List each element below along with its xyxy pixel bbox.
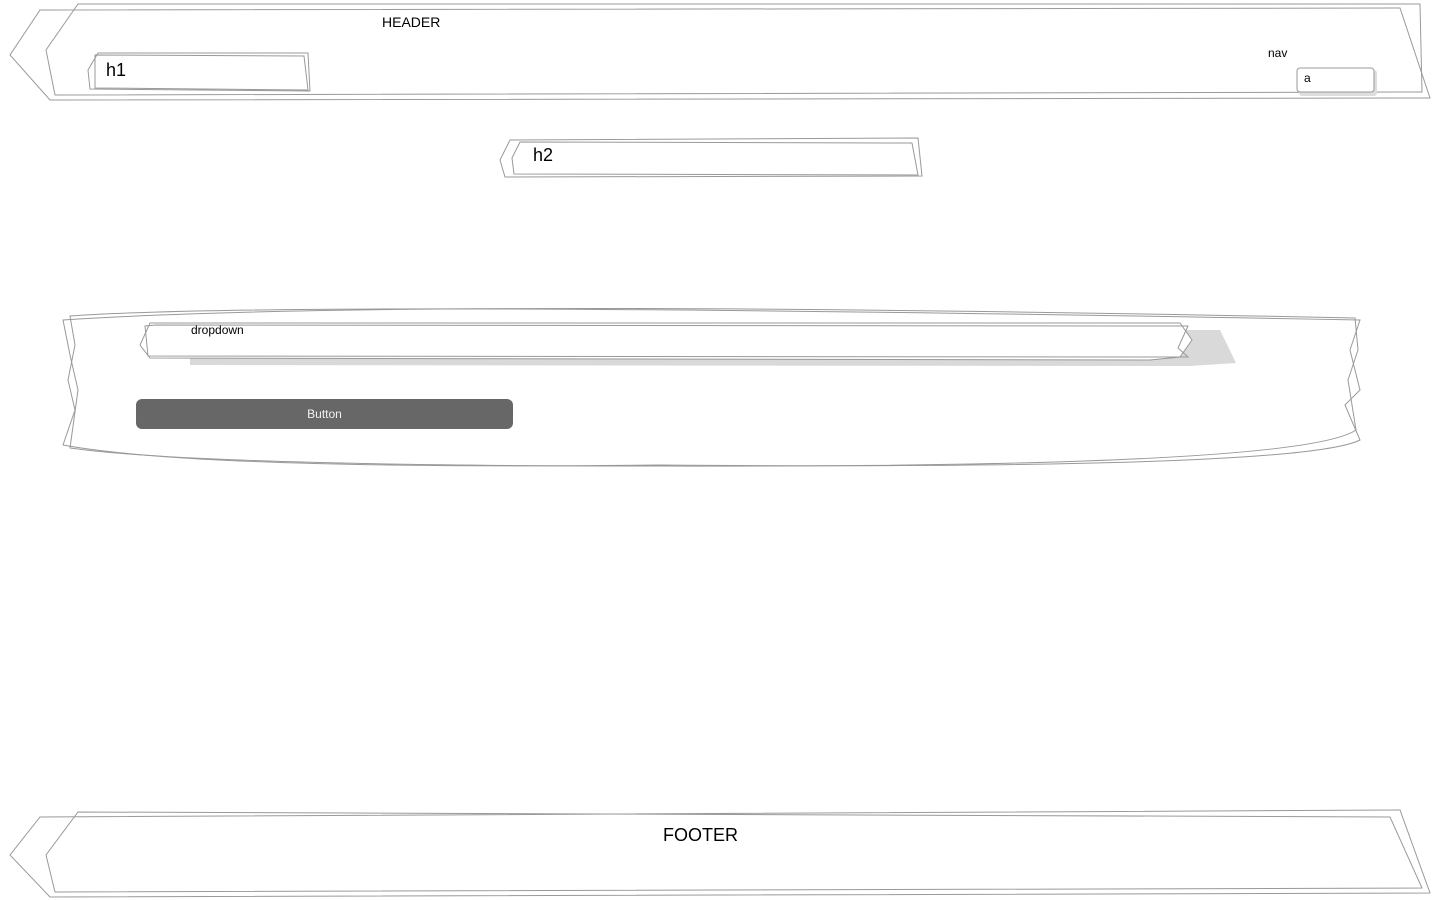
dropdown-select[interactable]: dropdown <box>145 322 1185 358</box>
section-title-h2: h2 <box>533 145 554 165</box>
footer-label: FOOTER <box>663 825 738 845</box>
submit-button[interactable]: Button <box>136 399 513 429</box>
nav-label: nav <box>1268 46 1288 60</box>
dropdown-label: dropdown <box>191 323 244 337</box>
footer-outline <box>9 809 1431 898</box>
header-label: HEADER <box>382 14 441 30</box>
wireframe-sketch <box>9 3 1431 898</box>
nav-link[interactable]: a <box>1304 71 1311 85</box>
header-outline <box>9 3 1431 101</box>
page-title-h1: h1 <box>106 60 127 80</box>
h2-outline <box>499 137 923 178</box>
